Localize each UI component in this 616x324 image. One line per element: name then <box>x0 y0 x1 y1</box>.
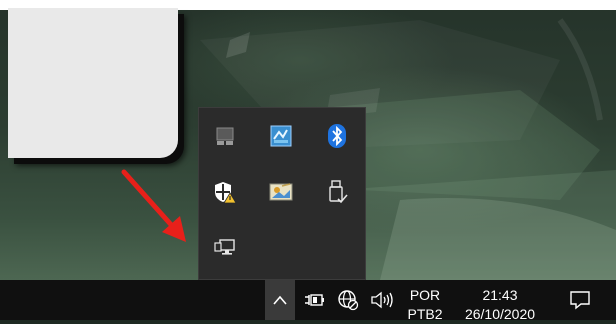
network-globe-icon[interactable] <box>332 280 364 320</box>
desktop-background <box>0 0 616 280</box>
clock[interactable]: 21:43 26/10/2020 <box>452 280 548 322</box>
app-tray-icon[interactable] <box>261 172 301 212</box>
windows-security-warning-icon[interactable] <box>205 172 245 212</box>
keyboard-layout: PTB2 <box>407 306 443 322</box>
power-battery-icon[interactable] <box>298 280 330 320</box>
bluetooth-icon[interactable] <box>317 116 357 156</box>
volume-speaker-icon[interactable] <box>366 280 400 320</box>
action-center-button[interactable] <box>560 280 600 320</box>
usb-safely-remove-icon[interactable] <box>317 172 357 212</box>
chevron-up-icon <box>273 295 287 305</box>
drive-tray-icon[interactable] <box>205 116 245 156</box>
taskbar: POR PTB2 21:43 26/10/2020 <box>0 280 616 322</box>
language-indicator[interactable]: POR PTB2 <box>402 280 448 322</box>
clock-time: 21:43 <box>482 287 518 303</box>
clock-date: 26/10/2020 <box>464 306 536 322</box>
tray-overflow-panel <box>198 107 366 280</box>
network-monitor-icon[interactable] <box>205 228 245 268</box>
action-center-icon <box>570 291 590 310</box>
language-code: POR <box>409 287 441 303</box>
annotation-arrow <box>121 169 186 242</box>
blue-app-tray-icon[interactable] <box>261 116 301 156</box>
background-window <box>8 8 178 158</box>
show-hidden-icons-button[interactable] <box>265 280 295 320</box>
